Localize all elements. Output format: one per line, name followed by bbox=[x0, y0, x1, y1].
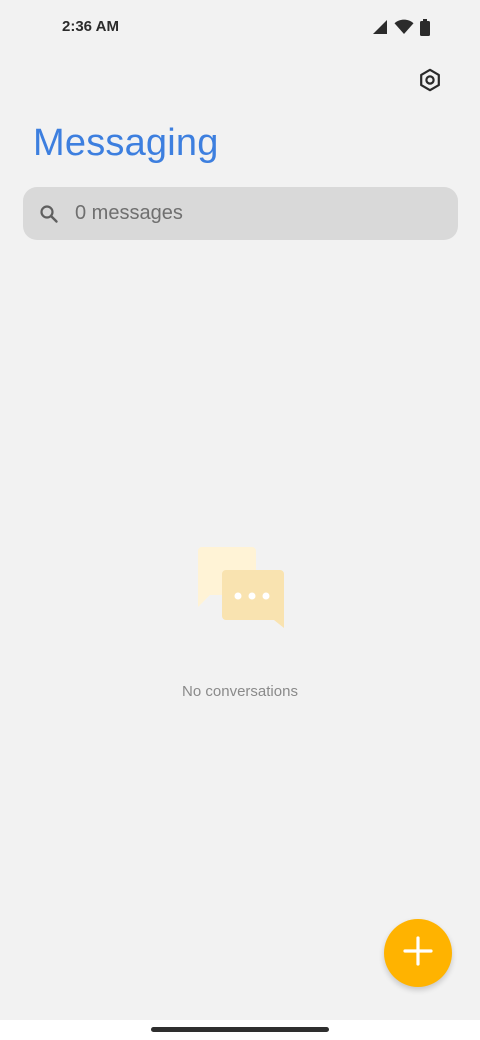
navigation-bar bbox=[0, 1020, 480, 1040]
cellular-signal-icon bbox=[372, 19, 388, 35]
wifi-icon bbox=[394, 19, 414, 35]
status-icons bbox=[372, 18, 430, 36]
status-bar: 2:36 AM bbox=[0, 0, 480, 56]
settings-button[interactable] bbox=[412, 64, 448, 100]
settings-icon bbox=[418, 68, 442, 97]
new-conversation-button[interactable] bbox=[384, 919, 452, 987]
plus-icon bbox=[402, 935, 434, 972]
status-time: 2:36 AM bbox=[62, 18, 119, 35]
page-title: Messaging bbox=[33, 122, 219, 164]
empty-state-text: No conversations bbox=[182, 683, 298, 700]
search-input[interactable] bbox=[75, 202, 415, 225]
gesture-handle[interactable] bbox=[151, 1027, 329, 1032]
chat-bubbles-icon bbox=[192, 544, 288, 630]
search-bar[interactable] bbox=[23, 187, 458, 240]
battery-icon bbox=[420, 18, 430, 36]
search-icon bbox=[39, 204, 59, 224]
